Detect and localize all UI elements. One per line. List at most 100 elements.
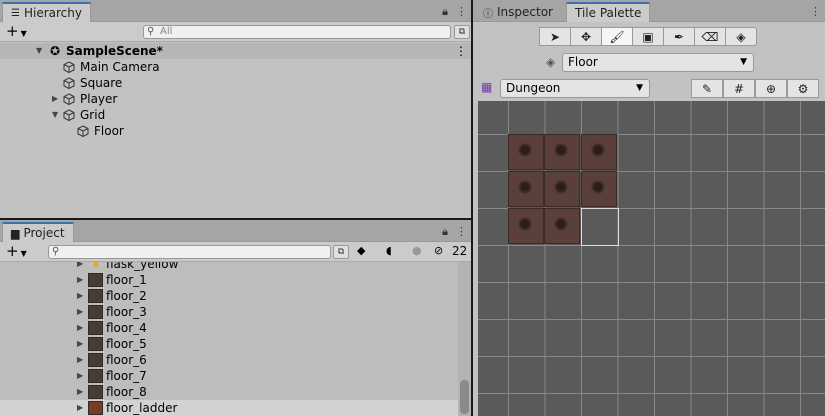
expand-arrow-icon[interactable]: ▶ — [77, 400, 83, 416]
expand-arrow-icon[interactable]: ▶ — [77, 336, 83, 352]
hidden-packages-icon[interactable]: ⊘ — [434, 244, 443, 257]
palette-tile[interactable] — [508, 171, 544, 207]
list-item[interactable]: ▶ floor_2 — [0, 288, 458, 304]
arrow-pointer-icon: ➤ — [549, 29, 561, 44]
hierarchy-item-player[interactable]: ▶ Player — [0, 91, 471, 107]
palette-tile[interactable] — [544, 208, 580, 244]
scrollbar-thumb[interactable] — [460, 380, 469, 414]
list-item[interactable]: ▶ floor_1 — [0, 272, 458, 288]
saved-search-icon[interactable]: ● — [412, 244, 422, 257]
hierarchy-item-square[interactable]: Square — [0, 75, 471, 91]
list-item[interactable]: ▶ floor_8 — [0, 384, 458, 400]
move-tool-button[interactable]: ✥ — [570, 27, 602, 46]
lock-icon[interactable]: 🔒︎ — [442, 5, 448, 19]
list-item[interactable]: ▶ ♜ flask_yellow — [0, 262, 458, 272]
palette-tile[interactable] — [508, 134, 544, 170]
gizmos-icon: ⊕ — [765, 81, 777, 96]
kebab-menu-icon[interactable]: ⋮ — [456, 5, 467, 19]
palette-tile[interactable] — [544, 134, 580, 170]
active-tilemap-dropdown[interactable]: Floor ▼ — [562, 53, 754, 72]
add-label: + — [6, 242, 19, 260]
tab-inspector[interactable]: ⓘ Inspector — [475, 2, 561, 22]
search-options-button[interactable]: ⧉ — [454, 25, 470, 39]
tile-palette-grid[interactable] — [478, 101, 825, 416]
filter-by-label-icon[interactable]: ◖ — [386, 244, 392, 257]
pencil-icon: ✎ — [701, 81, 713, 96]
toggle-gizmos-button[interactable]: ⊕ — [755, 79, 787, 98]
hierarchy-search-input[interactable]: ⚲ All — [143, 25, 451, 39]
gameobject-icon — [63, 61, 75, 73]
box-fill-tool-button[interactable]: ▣ — [632, 27, 664, 46]
project-toolbar: + ▼ ⚲ ⧉ ◆ ◖ ● ⊘ 22 — [0, 242, 471, 262]
expand-arrow-icon[interactable]: ▶ — [77, 262, 83, 272]
palette-settings-button[interactable]: ⚙ — [787, 79, 819, 98]
list-item[interactable]: ▶ floor_7 — [0, 368, 458, 384]
eraser-icon: ⌫ — [701, 29, 719, 44]
tilemap-layers-icon: ◈ — [546, 55, 556, 69]
add-label: + — [6, 22, 19, 40]
sprite-thumbnail — [88, 353, 103, 367]
palette-dropdown[interactable]: Dungeon ▼ — [500, 79, 650, 98]
list-item[interactable]: ▶ floor_5 — [0, 336, 458, 352]
paint-tool-button[interactable]: 🖌︎ — [601, 27, 633, 46]
list-item-label: floor_4 — [106, 321, 147, 335]
select-tool-button[interactable]: ➤ — [539, 27, 571, 46]
list-item[interactable]: ▶ floor_3 — [0, 304, 458, 320]
right-tabbar: ⓘ Inspector Tile Palette ⋮ — [473, 0, 825, 22]
scene-name: SampleScene* — [66, 44, 163, 58]
hierarchy-item-floor[interactable]: Floor — [0, 123, 471, 139]
expand-arrow-icon[interactable]: ▶ — [52, 91, 58, 107]
chevron-down-icon: ▼ — [636, 83, 643, 93]
hierarchy-item-label: Square — [80, 76, 123, 90]
list-item[interactable]: ▶ floor_ladder — [0, 400, 458, 416]
search-options-button[interactable]: ⧉ — [333, 245, 349, 259]
picker-tool-button[interactable]: ✒ — [663, 27, 695, 46]
scene-menu-icon[interactable]: ⋮ — [455, 43, 467, 59]
lock-icon[interactable]: 🔒︎ — [442, 225, 448, 239]
edit-palette-button[interactable]: ✎ — [691, 79, 723, 98]
move-icon: ✥ — [580, 29, 592, 44]
expand-arrow-icon[interactable]: ▶ — [77, 272, 83, 288]
palette-tile[interactable] — [544, 171, 580, 207]
collapse-arrow-icon[interactable]: ▼ — [52, 107, 58, 123]
expand-arrow-icon[interactable]: ▶ — [77, 368, 83, 384]
project-search-input[interactable]: ⚲ — [48, 245, 331, 259]
list-item[interactable]: ▶ floor_6 — [0, 352, 458, 368]
add-button[interactable]: + ▼ — [6, 243, 27, 262]
expand-arrow-icon[interactable]: ▶ — [77, 304, 83, 320]
hierarchy-item-label: Player — [80, 92, 118, 106]
list-item-label: floor_ladder — [106, 401, 178, 415]
tab-tile-palette[interactable]: Tile Palette — [566, 2, 651, 22]
expand-arrow-icon[interactable]: ▶ — [77, 288, 83, 304]
list-item-label: floor_5 — [106, 337, 147, 351]
palette-tile[interactable] — [581, 134, 617, 170]
tab-project[interactable]: ▆ Project — [2, 222, 74, 242]
add-button[interactable]: + ▼ — [6, 23, 27, 42]
palette-tile[interactable] — [581, 171, 617, 207]
fill-tool-button[interactable]: ◈ — [725, 27, 757, 46]
hierarchy-item-main-camera[interactable]: Main Camera — [0, 59, 471, 75]
kebab-menu-icon[interactable]: ⋮ — [810, 5, 821, 18]
eraser-tool-button[interactable]: ⌫ — [694, 27, 726, 46]
hierarchy-item-label: Main Camera — [80, 60, 160, 74]
tab-hierarchy[interactable]: ☰ Hierarchy — [2, 2, 91, 22]
expand-arrow-icon[interactable]: ▶ — [77, 320, 83, 336]
folder-icon: ▆ — [11, 226, 20, 240]
tab-inspector-label: Inspector — [497, 5, 553, 19]
expand-arrow-icon[interactable]: ▼ — [36, 43, 42, 59]
list-item[interactable]: ▶ floor_4 — [0, 320, 458, 336]
project-list: ▶ ♜ flask_yellow ▶ floor_1 ▶ floor_2 ▶ f… — [0, 262, 471, 416]
grid-icon: # — [733, 81, 745, 96]
scene-row[interactable]: ▼ ✪ SampleScene* ⋮ — [0, 43, 471, 59]
expand-arrow-icon[interactable]: ▶ — [77, 384, 83, 400]
toggle-grid-button[interactable]: # — [723, 79, 755, 98]
scrollbar-track[interactable] — [458, 262, 471, 416]
filter-by-type-icon[interactable]: ◆ — [357, 244, 365, 257]
palette-tile[interactable] — [508, 208, 544, 244]
kebab-menu-icon[interactable]: ⋮ — [456, 225, 467, 239]
expand-arrow-icon[interactable]: ▶ — [77, 352, 83, 368]
hierarchy-item-grid[interactable]: ▼ Grid — [0, 107, 471, 123]
list-item-label: floor_2 — [106, 289, 147, 303]
list-item-label: floor_6 — [106, 353, 147, 367]
list-item-label: floor_7 — [106, 369, 147, 383]
